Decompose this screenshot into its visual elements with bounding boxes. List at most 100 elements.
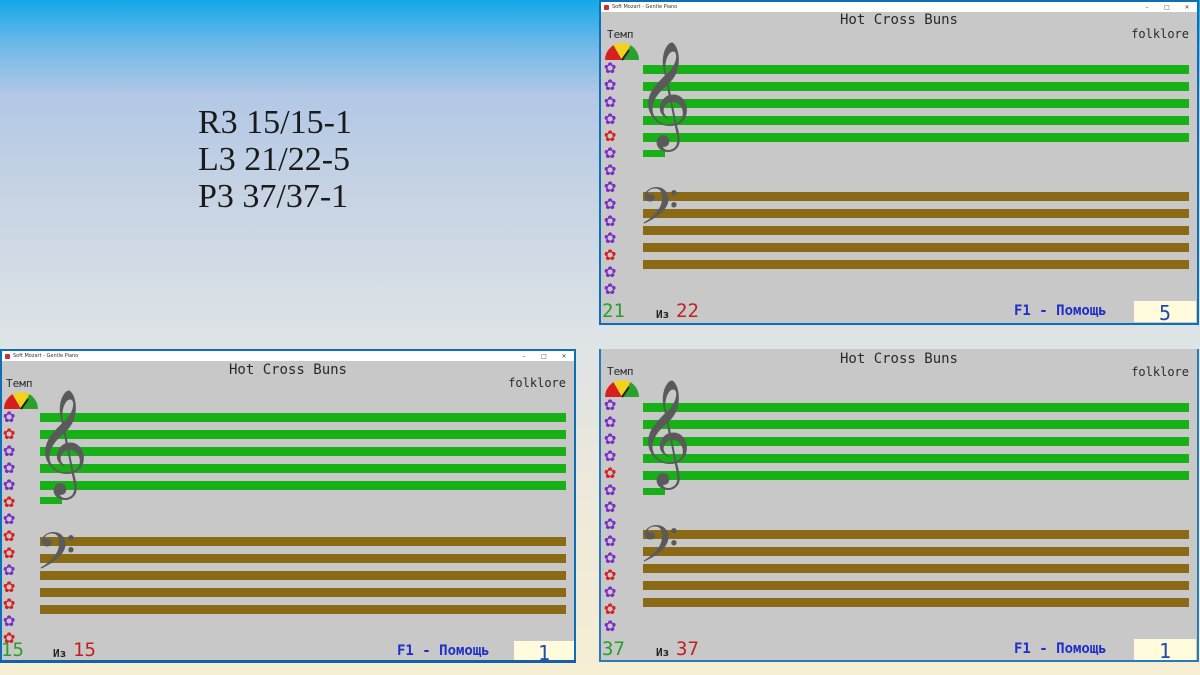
tempo-gauge-icon[interactable] — [605, 43, 639, 60]
genre-label: folklore — [1131, 365, 1189, 379]
treble-staff-line — [40, 430, 566, 439]
score-box: 5 — [1134, 301, 1196, 323]
flower-icon: ✿ — [603, 76, 617, 94]
score-box: 1 — [1134, 639, 1196, 660]
tempo-label: Темп — [6, 377, 33, 390]
close-button[interactable]: ✕ — [554, 353, 574, 360]
flower-icon: ✿ — [603, 464, 617, 482]
flower-icon: ✿ — [603, 280, 617, 298]
window-bottom-border — [0, 660, 576, 663]
app-window-bottom-right[interactable]: Hot Cross Buns folklore Темп ✿ ✿ ✿ ✿ ✿ ✿… — [599, 349, 1199, 662]
bass-staff-line — [643, 192, 1189, 201]
current-note-number: 37 — [602, 638, 625, 660]
bass-staff-line — [40, 588, 566, 597]
flower-icon: ✿ — [2, 476, 16, 494]
stats-line-l3: L3 21/22-5 — [198, 141, 351, 178]
flower-icon: ✿ — [2, 459, 16, 477]
help-link[interactable]: F1 - Помощь — [397, 643, 490, 659]
bass-staff-line — [643, 226, 1189, 235]
flower-icon: ✿ — [603, 566, 617, 584]
flower-icon: ✿ — [603, 161, 617, 179]
window-title: Soft Mozart - Gentle Piano — [13, 353, 79, 359]
bass-staff-line — [40, 571, 566, 580]
current-note-number: 21 — [602, 300, 625, 322]
flower-icon: ✿ — [603, 515, 617, 533]
flower-column: ✿ ✿ ✿ ✿ ✿ ✿ ✿ ✿ ✿ ✿ ✿ ✿ ✿ ✿ — [602, 60, 618, 298]
score-box: 1 — [514, 641, 574, 660]
tempo-gauge-icon[interactable] — [605, 380, 639, 397]
song-title: Hot Cross Buns — [228, 362, 347, 378]
tempo-label: Темп — [607, 28, 634, 41]
flower-icon: ✿ — [603, 532, 617, 550]
ledger-line — [643, 488, 665, 495]
flower-icon: ✿ — [2, 544, 16, 562]
flower-icon: ✿ — [603, 229, 617, 247]
help-link[interactable]: F1 - Помощь — [1014, 641, 1107, 657]
flower-icon: ✿ — [603, 396, 617, 414]
ledger-line — [643, 150, 665, 157]
bass-clef-icon: 𝄢 — [36, 521, 76, 594]
flower-icon: ✿ — [2, 425, 16, 443]
flower-icon: ✿ — [603, 178, 617, 196]
flower-icon: ✿ — [603, 583, 617, 601]
flower-icon: ✿ — [603, 498, 617, 516]
stats-line-r3: R3 15/15-1 — [198, 104, 352, 141]
treble-clef-icon: 𝄞 — [637, 40, 692, 147]
flower-icon: ✿ — [2, 578, 16, 596]
flower-icon: ✿ — [2, 612, 16, 630]
bass-clef-icon: 𝄢 — [639, 176, 679, 249]
flower-column: ✿ ✿ ✿ ✿ ✿ ✿ ✿ ✿ ✿ ✿ ✿ ✿ ✿ ✿ — [2, 408, 17, 647]
tempo-gauge-icon[interactable] — [4, 392, 38, 409]
flower-icon: ✿ — [603, 246, 617, 264]
flower-icon: ✿ — [603, 59, 617, 77]
flower-icon: ✿ — [603, 600, 617, 618]
flower-icon: ✿ — [603, 263, 617, 281]
app-window-top-right[interactable]: Soft Mozart - Gentle Piano – □ ✕ Hot Cro… — [599, 0, 1199, 325]
minimize-button[interactable]: – — [1137, 4, 1157, 11]
ledger-line — [40, 497, 62, 504]
of-label: Из — [656, 646, 670, 659]
flower-icon: ✿ — [2, 510, 16, 528]
flower-icon: ✿ — [603, 144, 617, 162]
flower-icon: ✿ — [2, 408, 16, 426]
window-title: Soft Mozart - Gentle Piano — [612, 4, 678, 10]
stats-text: R3 15/15-1 L3 21/22-5 P3 37/37-1 — [198, 104, 352, 215]
maximize-button[interactable]: □ — [1157, 4, 1177, 11]
flower-icon: ✿ — [603, 93, 617, 111]
flower-icon: ✿ — [603, 212, 617, 230]
bass-staff-line — [40, 605, 566, 614]
flower-icon: ✿ — [2, 595, 16, 613]
flower-icon: ✿ — [603, 110, 617, 128]
treble-staff-line — [40, 481, 566, 490]
help-link[interactable]: F1 - Помощь — [1014, 303, 1107, 319]
maximize-button[interactable]: □ — [534, 353, 554, 360]
total-notes-number: 22 — [676, 300, 699, 322]
bass-staff-line — [643, 530, 1189, 539]
flower-column: ✿ ✿ ✿ ✿ ✿ ✿ ✿ ✿ ✿ ✿ ✿ ✿ ✿ ✿ — [602, 397, 618, 635]
bass-staff-line — [643, 243, 1189, 252]
bass-clef-icon: 𝄢 — [639, 514, 679, 587]
treble-clef-icon: 𝄞 — [637, 378, 692, 485]
flower-icon: ✿ — [2, 527, 16, 545]
window-titlebar[interactable]: Soft Mozart - Gentle Piano – □ ✕ — [2, 351, 574, 361]
treble-staff-line — [40, 447, 566, 456]
genre-label: folklore — [508, 376, 566, 390]
bass-staff-line — [40, 537, 566, 546]
treble-staff-line — [643, 454, 1189, 463]
close-button[interactable]: ✕ — [1177, 4, 1197, 11]
of-label: Из — [53, 647, 67, 660]
song-title: Hot Cross Buns — [839, 12, 958, 28]
bass-staff-line — [643, 598, 1189, 607]
minimize-button[interactable]: – — [514, 353, 534, 360]
window-titlebar[interactable]: Soft Mozart - Gentle Piano – □ ✕ — [601, 2, 1197, 12]
bass-staff-line — [643, 547, 1189, 556]
song-title: Hot Cross Buns — [839, 351, 958, 367]
treble-staff-line — [643, 420, 1189, 429]
tempo-label: Темп — [607, 365, 634, 378]
treble-staff-line — [643, 99, 1189, 108]
treble-staff-line — [40, 464, 566, 473]
bass-staff-line — [643, 564, 1189, 573]
bass-staff-line — [643, 581, 1189, 590]
app-window-bottom-left[interactable]: Soft Mozart - Gentle Piano – □ ✕ Hot Cro… — [0, 349, 576, 662]
treble-staff-line — [643, 82, 1189, 91]
